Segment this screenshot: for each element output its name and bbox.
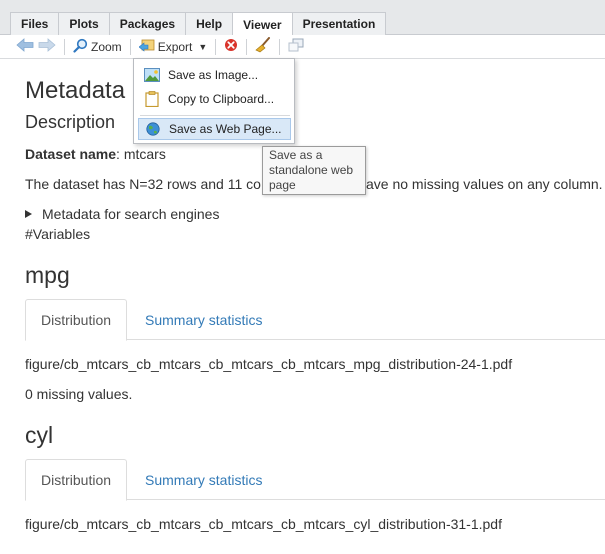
- menu-item-save-web-page[interactable]: Save as Web Page...: [138, 118, 291, 140]
- image-icon: [144, 67, 160, 83]
- export-label: Export: [157, 39, 193, 54]
- variable-heading-mpg: mpg: [25, 262, 70, 288]
- dataset-name-line: Dataset name: mtcars: [25, 146, 166, 162]
- tab-summary-statistics[interactable]: Summary statistics: [145, 299, 262, 340]
- arrow-left-icon: [16, 38, 34, 55]
- tab-presentation[interactable]: Presentation: [291, 12, 387, 35]
- dataset-name-label: Dataset name: [25, 146, 117, 162]
- zoom-icon: [73, 38, 88, 56]
- clear-all-button[interactable]: [253, 37, 273, 57]
- export-button[interactable]: Export ▼: [137, 37, 210, 57]
- forward-button[interactable]: [36, 37, 58, 57]
- tooltip-line: Save as a: [269, 148, 323, 162]
- dataset-summary-end: ave no missing values on any column.: [366, 176, 603, 192]
- toolbar-separator: [64, 38, 65, 55]
- menu-item-label: Copy to Clipboard...: [168, 92, 275, 106]
- tab-summary-statistics[interactable]: Summary statistics: [145, 459, 262, 500]
- remove-viewer-button[interactable]: [222, 37, 240, 57]
- figure-path: figure/cb_mtcars_cb_mtcars_cb_mtcars_cb_…: [25, 356, 513, 372]
- zoom-button[interactable]: Zoom: [71, 37, 124, 57]
- toolbar-separator: [129, 38, 131, 55]
- tab-distribution[interactable]: Distribution: [25, 299, 127, 341]
- tab-help[interactable]: Help: [185, 12, 234, 35]
- export-icon: [138, 38, 155, 55]
- remove-icon: [224, 38, 238, 55]
- triangle-right-icon: [25, 210, 32, 218]
- menu-separator: [140, 115, 290, 116]
- tooltip: Save as a standalone web page: [262, 146, 366, 195]
- page-title: Metadata: [25, 77, 126, 104]
- pane-tab-bar: Files Plots Packages Help Viewer Present…: [0, 0, 605, 36]
- menu-item-label: Save as Web Page...: [169, 122, 282, 136]
- menu-item-copy-clipboard[interactable]: Copy to Clipboard...: [138, 88, 291, 110]
- viewer-toolbar: Zoom Export ▼: [0, 35, 605, 59]
- tab-viewer[interactable]: Viewer: [232, 12, 293, 36]
- tab-files[interactable]: Files: [10, 12, 60, 35]
- popout-window-icon: [288, 38, 304, 55]
- zoom-label: Zoom: [91, 39, 122, 54]
- tooltip-line: page: [269, 178, 296, 192]
- details-toggle[interactable]: Metadata for search engines: [25, 206, 219, 222]
- dataset-name-value: : mtcars: [116, 146, 166, 162]
- toolbar-separator: [279, 38, 281, 55]
- missing-values-text: 0 missing values.: [25, 386, 133, 402]
- variable-heading-cyl: cyl: [25, 422, 54, 448]
- toolbar-separator: [215, 38, 217, 55]
- tabset-cyl: Distribution Summary statistics: [25, 459, 605, 501]
- export-menu: Save as Image... Copy to Clipboard... Sa…: [133, 58, 295, 144]
- details-summary-label: Metadata for search engines: [42, 206, 220, 222]
- tab-plots[interactable]: Plots: [58, 12, 110, 35]
- tab-packages[interactable]: Packages: [108, 12, 187, 35]
- clipboard-icon: [144, 91, 160, 107]
- variables-heading: #Variables: [25, 226, 91, 242]
- globe-icon: [145, 121, 161, 137]
- figure-path: figure/cb_mtcars_cb_mtcars_cb_mtcars_cb_…: [25, 516, 502, 532]
- caret-down-icon: ▼: [198, 41, 208, 52]
- menu-item-save-image[interactable]: Save as Image...: [138, 64, 291, 86]
- tabset-mpg: Distribution Summary statistics: [25, 299, 605, 341]
- dataset-summary-start: The dataset has N=32 rows and 11 co: [25, 176, 261, 192]
- back-button[interactable]: [14, 37, 36, 57]
- tab-distribution[interactable]: Distribution: [25, 459, 127, 501]
- arrow-right-icon: [38, 38, 56, 55]
- toolbar-separator: [246, 38, 248, 55]
- section-heading: Description: [25, 112, 116, 132]
- show-in-window-button[interactable]: [286, 37, 306, 57]
- pane-tabs: Files Plots Packages Help Viewer Present…: [10, 12, 387, 36]
- broom-icon: [255, 37, 271, 56]
- tooltip-line: standalone web: [269, 163, 354, 177]
- menu-item-label: Save as Image...: [168, 68, 259, 82]
